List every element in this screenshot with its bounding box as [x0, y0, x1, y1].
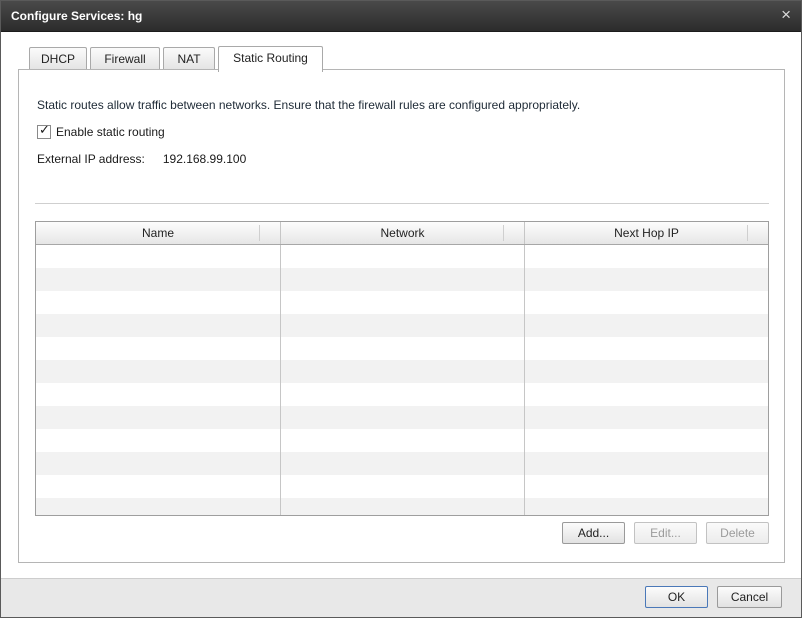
table-row[interactable]: [36, 475, 768, 498]
external-ip-label: External IP address:: [37, 152, 145, 166]
checkmark-icon: ✓: [39, 122, 50, 137]
column-divider: [524, 245, 525, 515]
table-row[interactable]: [36, 383, 768, 406]
column-header-name[interactable]: Name: [36, 222, 280, 244]
edit-route-button[interactable]: Edit...: [634, 522, 697, 544]
tab-static-routing[interactable]: Static Routing: [218, 46, 323, 72]
table-row[interactable]: [36, 498, 768, 515]
add-route-button[interactable]: Add...: [562, 522, 625, 544]
configure-services-dialog: Configure Services: hg × DHCP Firewall N…: [0, 0, 802, 618]
tab-nat[interactable]: NAT: [163, 47, 215, 70]
column-divider: [524, 222, 525, 244]
dialog-title: Configure Services: hg: [11, 9, 143, 23]
column-divider: [280, 245, 281, 515]
tab-firewall[interactable]: Firewall: [90, 47, 160, 70]
table-row[interactable]: [36, 291, 768, 314]
enable-static-routing-label[interactable]: Enable static routing: [56, 125, 165, 139]
title-bar[interactable]: Configure Services: hg ×: [1, 1, 801, 32]
column-header-name-label: Name: [141, 226, 174, 240]
table-row[interactable]: [36, 429, 768, 452]
cancel-button[interactable]: Cancel: [717, 586, 782, 608]
column-header-network-label: Network: [380, 226, 425, 240]
external-ip-row: External IP address: 192.168.99.100: [37, 152, 246, 166]
close-icon[interactable]: ×: [781, 6, 791, 24]
table-row[interactable]: [36, 337, 768, 360]
column-resize-handle[interactable]: [503, 225, 504, 241]
table-row[interactable]: [36, 268, 768, 291]
column-header-network[interactable]: Network: [281, 222, 524, 244]
column-resize-handle[interactable]: [259, 225, 260, 241]
delete-route-button[interactable]: Delete: [706, 522, 769, 544]
dialog-footer: OK Cancel: [1, 578, 801, 617]
column-header-next-hop-ip[interactable]: Next Hop IP: [525, 222, 768, 244]
description-text: Static routes allow traffic between netw…: [37, 98, 581, 112]
static-routing-panel: Static routes allow traffic between netw…: [18, 69, 785, 563]
divider: [35, 203, 769, 204]
table-body[interactable]: [36, 245, 768, 515]
table-row[interactable]: [36, 245, 768, 268]
table-row[interactable]: [36, 452, 768, 475]
column-resize-handle[interactable]: [747, 225, 748, 241]
column-header-next-hop-ip-label: Next Hop IP: [614, 226, 679, 240]
table-header: Name Network Next Hop IP: [36, 222, 768, 245]
table-row[interactable]: [36, 406, 768, 429]
dialog-body: DHCP Firewall NAT Static Routing Static …: [1, 32, 801, 579]
column-divider: [280, 222, 281, 244]
table-row[interactable]: [36, 314, 768, 337]
external-ip-value: 192.168.99.100: [162, 152, 247, 166]
table-row[interactable]: [36, 360, 768, 383]
tab-dhcp[interactable]: DHCP: [29, 47, 87, 70]
routes-table[interactable]: Name Network Next Hop IP: [35, 221, 769, 516]
enable-static-routing-checkbox[interactable]: ✓: [37, 122, 51, 139]
ok-button[interactable]: OK: [645, 586, 708, 608]
